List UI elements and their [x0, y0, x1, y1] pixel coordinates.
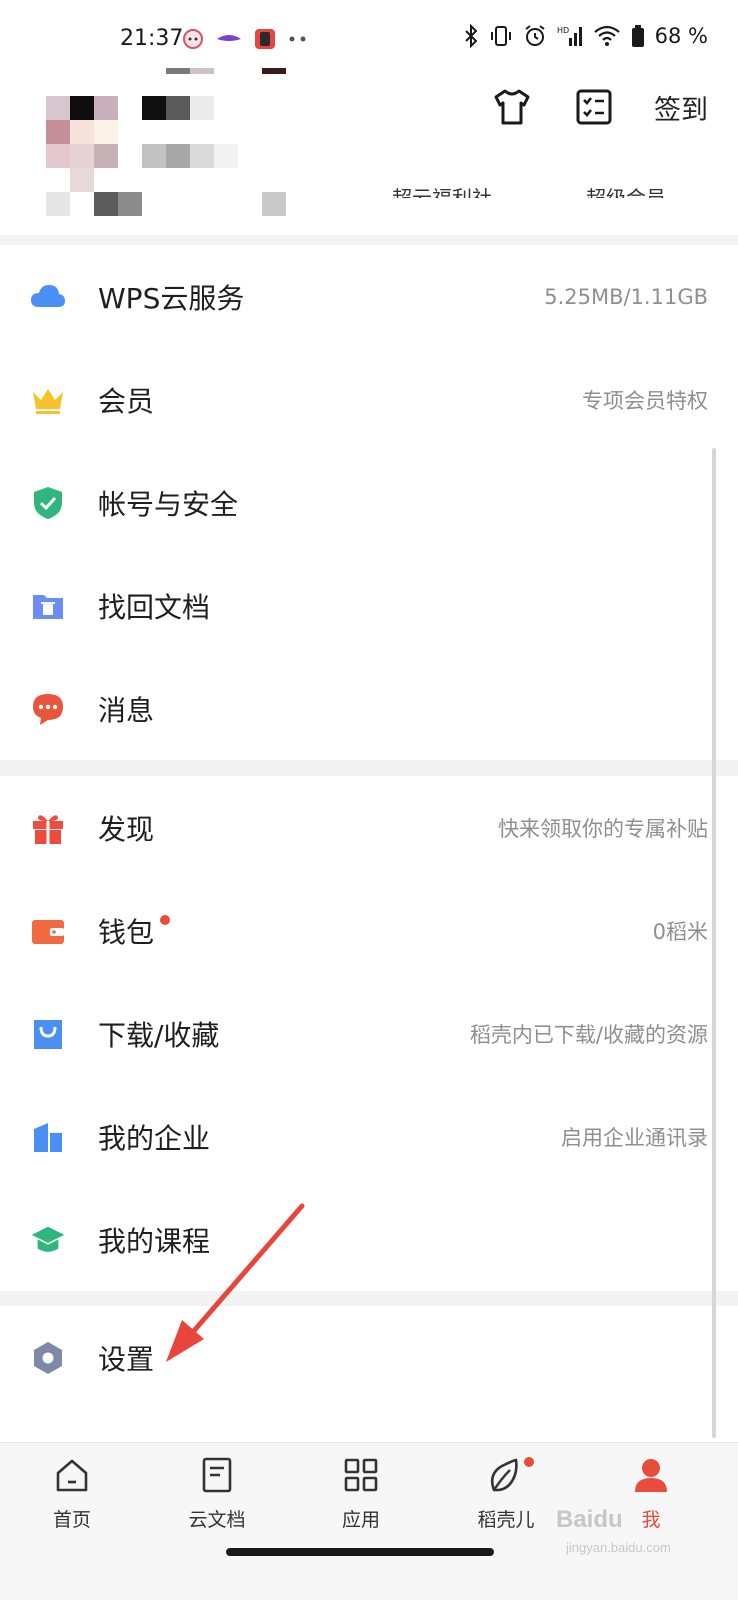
cloud-storage-usage: 5.25MB/1.11GB: [544, 284, 708, 309]
status-time: 21:37: [120, 26, 184, 51]
menu-item-label: WPS云服务: [98, 281, 245, 315]
person-icon: [631, 1455, 671, 1495]
menu-item-account-security[interactable]: 帐号与安全: [0, 451, 738, 554]
crown-icon: [30, 382, 66, 418]
member-privilege-text: 专项会员特权: [582, 388, 708, 413]
scrollbar[interactable]: [712, 448, 716, 1438]
tab-home[interactable]: 首页: [17, 1455, 127, 1532]
menu-item-my-enterprise[interactable]: 我的企业 启用企业通讯录: [0, 1085, 738, 1188]
alarm-icon: [525, 25, 545, 46]
tab-label: 我: [641, 1509, 661, 1531]
tab-label: 稻壳儿: [477, 1509, 535, 1531]
status-right: HD 68 %: [463, 24, 708, 48]
bluetooth-icon: [464, 24, 478, 48]
header-actions: 签到: [490, 85, 708, 129]
tshirt-icon: [494, 89, 530, 125]
signal-icon: HD: [557, 26, 582, 46]
menu-item-wps-cloud[interactable]: WPS云服务 5.25MB/1.11GB: [0, 245, 738, 348]
tab-label: 云文档: [188, 1509, 246, 1531]
menu-item-label: 发现: [98, 812, 155, 846]
message-bubble-icon: [30, 691, 66, 727]
notification-icons: [182, 28, 308, 50]
svg-text:HD: HD: [557, 26, 569, 35]
shopping-bag-icon: [30, 1016, 66, 1052]
menu-item-label: 下载/收藏: [98, 1018, 220, 1052]
wifi-icon: [593, 25, 620, 46]
docer-notification-dot: [524, 1457, 534, 1467]
tab-docer[interactable]: 稻壳儿: [451, 1455, 561, 1532]
enterprise-hint-text: 启用企业通讯录: [561, 1125, 708, 1150]
bottom-navigation: 首页 云文档 应用 稻壳儿 我: [0, 1442, 738, 1600]
avatar-notification-icon: [183, 29, 203, 49]
tab-label: 首页: [52, 1509, 91, 1531]
watermark-brand: Baidu: [556, 1506, 623, 1533]
trash-folder-icon: [30, 588, 66, 624]
menu-item-wallet[interactable]: 钱包 0稻米: [0, 879, 738, 982]
watermark-url: jingyan.baidu.com: [566, 1540, 671, 1555]
tab-apps[interactable]: 应用: [306, 1455, 416, 1532]
discover-promo-text: 快来领取你的专属补贴: [498, 816, 708, 841]
tab-label: 应用: [341, 1509, 380, 1531]
feather-notification-icon: [217, 35, 241, 41]
app-notification-icon: [255, 29, 275, 49]
menu-item-settings[interactable]: 设置: [0, 1306, 738, 1409]
document-icon: [197, 1455, 237, 1495]
grid-icon: [341, 1455, 381, 1495]
gift-icon: [30, 810, 66, 846]
downloads-hint-text: 稻壳内已下载/收藏的资源: [469, 1022, 708, 1047]
menu-item-label: 帐号与安全: [98, 487, 239, 521]
menu-item-label: 我的企业: [98, 1121, 211, 1155]
profile-header: 签到 超云福利社 超级会员: [0, 60, 738, 235]
leaf-icon: [486, 1455, 526, 1495]
gear-hexagon-icon: [30, 1340, 66, 1376]
checklist-icon: [576, 89, 612, 125]
menu-group-settings: 设置: [0, 1306, 738, 1442]
menu-item-messages[interactable]: 消息: [0, 657, 738, 760]
menu-group-discover: 发现 快来领取你的专属补贴 钱包 0稻米 下载/收藏 稻壳内已下载/收藏的资源 …: [0, 776, 738, 1291]
graduation-cap-icon: [30, 1222, 66, 1258]
menu-group-services: WPS云服务 5.25MB/1.11GB 会员 专项会员特权 帐号与安全 找回文…: [0, 245, 738, 760]
menu-item-my-courses[interactable]: 我的课程: [0, 1188, 738, 1291]
theme-skin-button[interactable]: [490, 85, 534, 129]
menu-item-downloads-favorites[interactable]: 下载/收藏 稻壳内已下载/收藏的资源: [0, 982, 738, 1085]
cloud-icon: [30, 279, 66, 315]
menu-item-label: 会员: [98, 384, 155, 418]
building-icon: [30, 1119, 66, 1155]
wallet-icon: [30, 913, 66, 949]
menu-item-label: 我的课程: [98, 1224, 211, 1258]
menu-item-label: 钱包: [98, 915, 155, 949]
tab-cloud-docs[interactable]: 云文档: [162, 1455, 272, 1532]
menu-item-label: 消息: [98, 693, 155, 727]
super-welfare-link[interactable]: 超云福利社: [392, 180, 492, 198]
home-indicator[interactable]: [226, 1548, 494, 1556]
page: 21:37 HD 68 % 签到 超云福利社 超级会员 WPS云服务 5.25M…: [0, 0, 738, 1600]
more-dots-icon: [289, 36, 306, 42]
wallet-balance: 0稻米: [652, 919, 708, 944]
home-icon: [52, 1455, 92, 1495]
menu-item-discover[interactable]: 发现 快来领取你的专属补贴: [0, 776, 738, 879]
menu-item-recover-docs[interactable]: 找回文档: [0, 554, 738, 657]
task-list-button[interactable]: [572, 85, 616, 129]
menu-item-label: 设置: [98, 1342, 155, 1376]
wallet-notification-dot: [160, 915, 170, 925]
battery-percent: 68 %: [654, 24, 708, 48]
checkin-button[interactable]: 签到: [654, 88, 708, 127]
shield-icon: [30, 485, 66, 521]
super-member-link[interactable]: 超级会员: [586, 180, 666, 198]
battery-icon: [631, 25, 644, 47]
menu-item-member[interactable]: 会员 专项会员特权: [0, 348, 738, 451]
vibrate-icon: [490, 26, 511, 46]
menu-item-label: 找回文档: [98, 590, 211, 624]
